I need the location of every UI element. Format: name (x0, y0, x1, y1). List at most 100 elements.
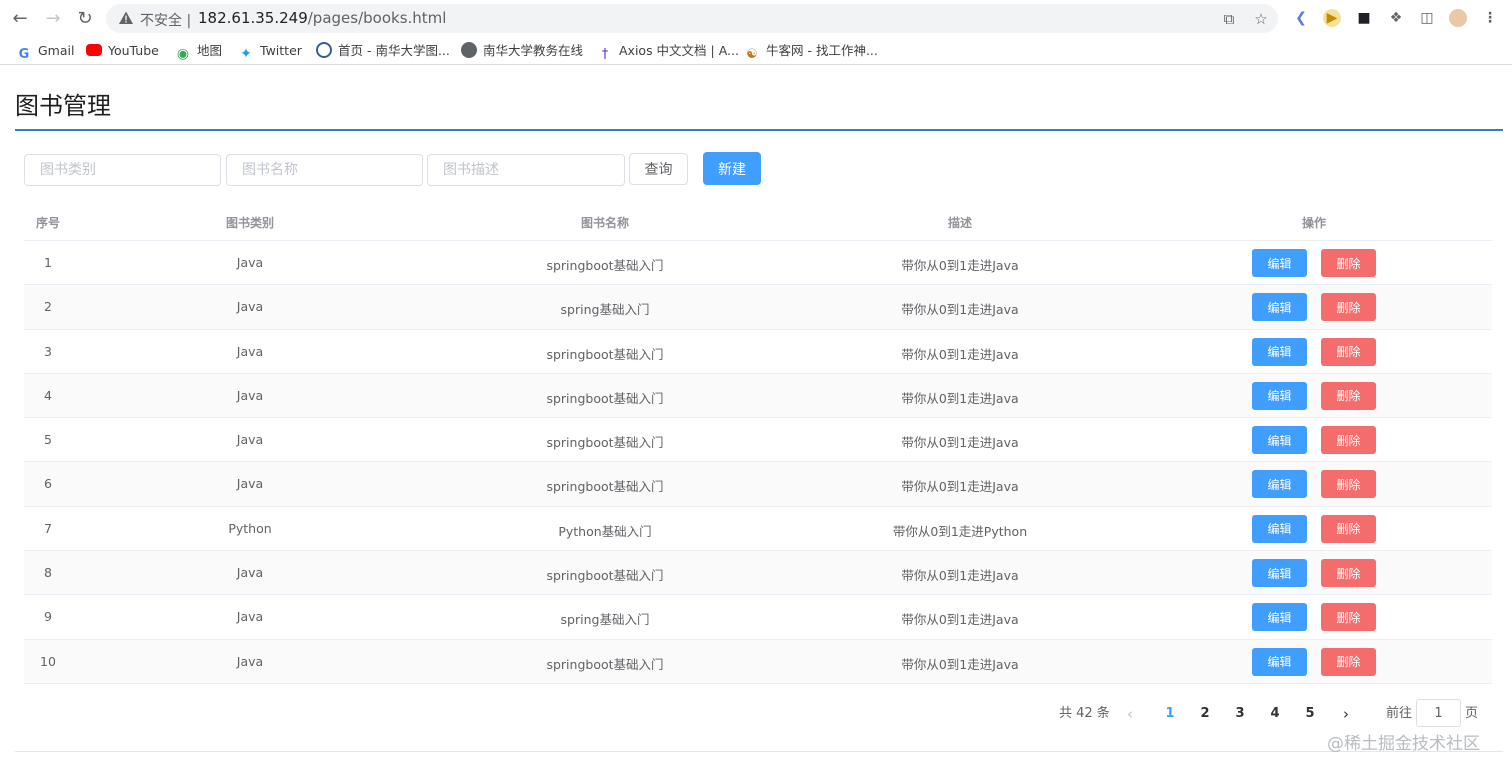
edit-button[interactable]: 编辑 (1252, 381, 1307, 410)
goto-page-input[interactable] (1416, 699, 1461, 727)
cell-type: Java (236, 476, 264, 492)
back-icon[interactable]: ← (8, 7, 32, 31)
delete-button[interactable]: 删除 (1321, 293, 1376, 322)
edit-button[interactable]: 编辑 (1252, 249, 1307, 277)
page-1[interactable]: 1 (1158, 702, 1182, 726)
cell-desc: 带你从0到1走进Java (901, 479, 1019, 495)
extensions-puzzle-icon[interactable]: ❖ (1387, 9, 1405, 27)
cell-desc: 带你从0到1走进Python (892, 523, 1028, 539)
edit-button[interactable]: 编辑 (1252, 647, 1307, 676)
edit-button[interactable]: 编辑 (1252, 426, 1307, 455)
query-button[interactable]: 查询 (629, 153, 688, 185)
header-desc: 描述 (947, 216, 972, 230)
delete-button[interactable]: 删除 (1321, 647, 1376, 676)
cell-index: 9 (44, 609, 52, 625)
profile-avatar[interactable] (1449, 9, 1467, 27)
warning-icon (119, 11, 133, 24)
delete-button[interactable]: 删除 (1321, 381, 1376, 410)
page-4[interactable]: 4 (1263, 702, 1287, 726)
cell-index: 6 (44, 476, 52, 492)
bookmark-maps[interactable]: ◉ 地图 (175, 42, 222, 62)
star-icon[interactable]: ☆ (1252, 10, 1270, 28)
share-icon[interactable]: ⧉ (1220, 10, 1238, 28)
header-type: 图书类别 (225, 216, 274, 230)
page-3[interactable]: 3 (1228, 702, 1252, 726)
goto-label: 前往 (1386, 706, 1413, 721)
delete-button[interactable]: 删除 (1321, 426, 1376, 455)
delete-button[interactable]: 删除 (1321, 603, 1376, 632)
url-text[interactable]: 182.61.35.249/pages/books.html (198, 9, 446, 27)
book-name-input[interactable] (226, 154, 423, 186)
cell-type: Java (236, 255, 264, 270)
cell-type: Python (228, 520, 272, 536)
page-2[interactable]: 2 (1193, 702, 1217, 726)
cell-name: springboot基础入门 (546, 390, 664, 406)
new-button[interactable]: 新建 (703, 152, 761, 185)
bookmark-nowcoder[interactable]: ☯ 牛客网 - 找工作神... (744, 42, 878, 62)
pagination-total: 共 42 条 (1059, 706, 1110, 721)
cell-name: springboot基础入门 (546, 656, 664, 672)
cell-index: 3 (44, 343, 52, 359)
table-row: 3 Java springboot基础入门 带你从0到1走进Java 编辑 删除 (24, 330, 1492, 374)
header-index: 序号 (35, 216, 60, 230)
cell-desc: 带你从0到1走进Java (901, 258, 1019, 273)
bookmark-twitter[interactable]: ✦ Twitter (238, 42, 302, 62)
cell-name: springboot基础入门 (546, 346, 664, 362)
delete-button[interactable]: 删除 (1321, 249, 1376, 277)
globe-icon (461, 42, 477, 58)
cell-type: Java (236, 565, 264, 581)
cell-desc: 带你从0到1走进Java (901, 656, 1019, 672)
reload-icon[interactable]: ↻ (73, 7, 97, 31)
cell-type: Java (236, 609, 264, 625)
security-label[interactable]: 不安全 | (140, 10, 191, 30)
bookmarks-bar: G Gmail YouTube ◉ 地图 ✦ Twitter 首页 - 南华大学图..… (0, 37, 1512, 65)
book-type-input[interactable] (24, 154, 221, 186)
prev-page-icon[interactable]: ‹ (1127, 702, 1133, 726)
cell-index: 7 (44, 520, 52, 536)
edit-button[interactable]: 编辑 (1252, 337, 1307, 366)
delete-button[interactable]: 删除 (1321, 514, 1376, 543)
title-divider (15, 129, 1503, 131)
cell-index: 8 (44, 565, 52, 581)
cell-desc: 带你从0到1走进Java (901, 390, 1019, 406)
bookmark-jiaowu[interactable]: 南华大学教务在线 (461, 42, 583, 60)
delete-button[interactable]: 删除 (1321, 470, 1376, 499)
table-row: 10 Java springboot基础入门 带你从0到1走进Java 编辑 删除 (24, 639, 1492, 684)
bookmark-axios[interactable]: † Axios 中文文档 | A... (597, 42, 739, 62)
browser-toolbar: ← → ↻ 不安全 | 182.61.35.249/pages/books.ht… (0, 0, 1512, 37)
maps-icon: ◉ (176, 46, 190, 62)
edit-button[interactable]: 编辑 (1252, 603, 1307, 632)
menu-kebab-icon[interactable]: ⋮ (1481, 9, 1499, 27)
address-bar[interactable]: 不安全 | 182.61.35.249/pages/books.html ⧉ ☆ (106, 4, 1278, 33)
cell-index: 2 (44, 299, 52, 315)
books-table: 序号 图书类别 图书名称 描述 操作 1 Java springboot基础入门 带你… (24, 201, 1492, 684)
edit-button[interactable]: 编辑 (1252, 470, 1307, 499)
header-name: 图书名称 (580, 216, 629, 230)
youtube-icon (86, 44, 102, 56)
extension-icon-3[interactable]: ■ (1355, 9, 1373, 27)
url-path: /pages/books.html (307, 9, 447, 27)
bookmark-library[interactable]: 首页 - 南华大学图... (316, 42, 450, 60)
forward-icon[interactable]: → (41, 7, 65, 31)
bookmark-youtube[interactable]: YouTube (86, 42, 159, 60)
cell-index: 4 (44, 387, 52, 403)
extension-icon-2[interactable]: ▶ (1323, 9, 1341, 27)
side-panel-icon[interactable]: ◫ (1418, 9, 1436, 27)
edit-button[interactable]: 编辑 (1252, 293, 1307, 322)
cell-type: Java (236, 653, 264, 669)
delete-button[interactable]: 删除 (1321, 559, 1376, 588)
extension-icon-1[interactable]: ❮ (1292, 9, 1310, 27)
cell-desc: 带你从0到1走进Java (901, 435, 1019, 451)
next-page-icon[interactable]: › (1343, 702, 1349, 726)
edit-button[interactable]: 编辑 (1252, 514, 1307, 543)
bookmark-gmail[interactable]: G Gmail (16, 42, 75, 62)
table-row: 8 Java springboot基础入门 带你从0到1走进Java 编辑 删除 (24, 551, 1492, 596)
cell-desc: 带你从0到1走进Java (901, 612, 1019, 628)
delete-button[interactable]: 删除 (1321, 337, 1376, 366)
axios-icon: † (601, 47, 609, 62)
table-row: 4 Java springboot基础入门 带你从0到1走进Java 编辑 删除 (24, 373, 1492, 419)
page-5[interactable]: 5 (1298, 702, 1322, 726)
cell-index: 5 (44, 432, 52, 448)
book-desc-input[interactable] (427, 154, 625, 186)
edit-button[interactable]: 编辑 (1252, 559, 1307, 588)
